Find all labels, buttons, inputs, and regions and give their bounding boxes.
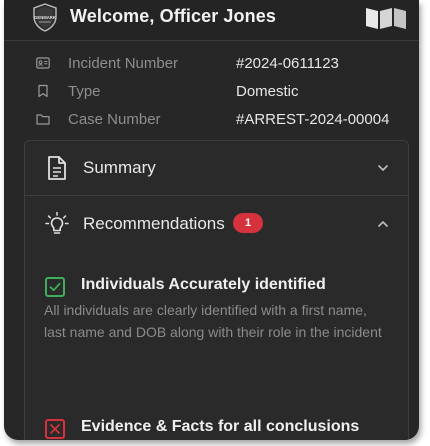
case-number-label: Case Number — [68, 111, 161, 128]
badge-text: GENMARK — [34, 15, 56, 20]
lightbulb-icon — [45, 211, 69, 234]
police-badge-icon: GENMARK — [33, 3, 57, 32]
incident-number-value: #2024-0611123 — [236, 55, 339, 72]
recommendations-section-toggle[interactable]: Recommendations 1 — [25, 197, 408, 251]
recommendation-description: All individuals are clearly identified w… — [44, 302, 382, 340]
type-row: Type Domestic — [4, 79, 419, 105]
app-header: GENMARK Welcome, Officer Jones — [4, 0, 419, 41]
summary-section-toggle[interactable]: Summary — [25, 141, 408, 196]
case-number-value: #ARREST-2024-00004 — [236, 111, 390, 128]
report-panel: GENMARK Welcome, Officer Jones Incident … — [4, 0, 419, 440]
screenshot-frame: GENMARK Welcome, Officer Jones Incident … — [0, 0, 430, 446]
incident-number-label: Incident Number — [68, 55, 179, 72]
recommendation-item: Individuals Accurately identified All in… — [25, 275, 408, 365]
recommendation-item: Evidence & Facts for all conclusions — [25, 418, 408, 440]
type-value: Domestic — [236, 83, 299, 100]
case-number-row: Case Number #ARREST-2024-00004 — [4, 107, 419, 133]
recommendation-title: Evidence & Facts for all conclusions — [81, 418, 360, 435]
bookmark-icon — [38, 84, 48, 98]
chevron-down-icon[interactable] — [376, 161, 390, 175]
incident-number-row: Incident Number #2024-0611123 — [4, 51, 419, 77]
failed-x-icon — [45, 419, 65, 439]
recommendation-title: Individuals Accurately identified — [81, 276, 326, 293]
document-icon — [48, 156, 66, 180]
brand-logo-icon[interactable] — [364, 4, 408, 32]
passed-check-icon — [45, 277, 65, 297]
type-label: Type — [68, 83, 101, 100]
welcome-title: Welcome, Officer Jones — [70, 6, 276, 26]
summary-label: Summary — [83, 158, 156, 177]
chevron-up-icon[interactable] — [376, 217, 390, 231]
recommendations-label: Recommendations — [83, 214, 225, 233]
id-card-icon — [36, 57, 50, 69]
folder-icon — [36, 114, 50, 125]
recommendations-count-badge: 1 — [233, 213, 263, 233]
report-accordion: Summary Recommendations 1 Individuals Ac… — [24, 140, 409, 440]
